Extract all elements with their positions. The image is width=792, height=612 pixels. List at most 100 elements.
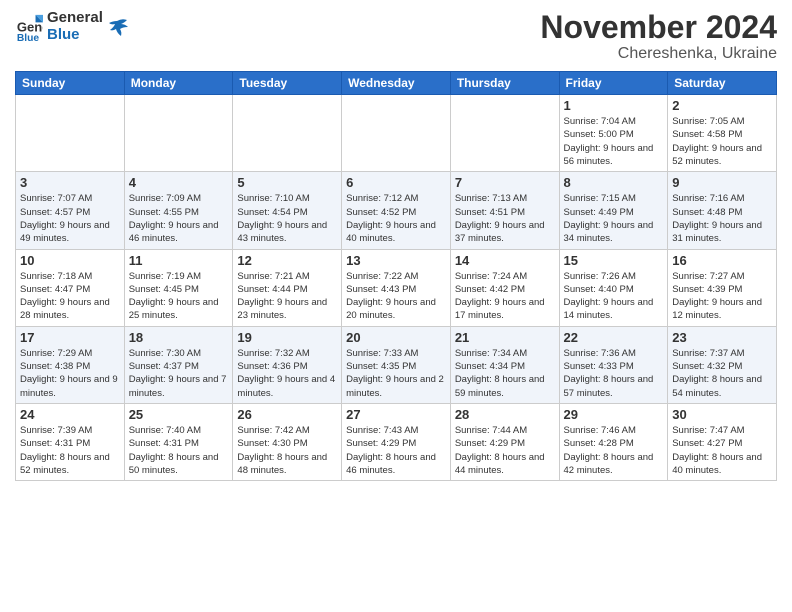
day-number: 18	[129, 330, 229, 345]
day-info: Sunrise: 7:39 AMSunset: 4:31 PMDaylight:…	[20, 424, 120, 477]
day-info: Sunrise: 7:27 AMSunset: 4:39 PMDaylight:…	[672, 270, 772, 323]
header-saturday: Saturday	[668, 72, 777, 95]
month-title: November 2024	[540, 10, 777, 45]
day-info: Sunrise: 7:34 AMSunset: 4:34 PMDaylight:…	[455, 347, 555, 400]
header-wednesday: Wednesday	[342, 72, 451, 95]
svg-text:Blue: Blue	[17, 33, 40, 41]
calendar-cell: 1Sunrise: 7:04 AMSunset: 5:00 PMDaylight…	[559, 95, 668, 172]
day-info: Sunrise: 7:09 AMSunset: 4:55 PMDaylight:…	[129, 192, 229, 245]
day-number: 29	[564, 407, 664, 422]
day-info: Sunrise: 7:43 AMSunset: 4:29 PMDaylight:…	[346, 424, 446, 477]
day-number: 8	[564, 175, 664, 190]
calendar-cell: 10Sunrise: 7:18 AMSunset: 4:47 PMDayligh…	[16, 249, 125, 326]
calendar-cell: 6 Sunrise: 7:12 AMSunset: 4:52 PMDaylight…	[342, 172, 451, 249]
calendar-cell: 30 Sunrise: 7:47 AMSunset: 4:27 PMDayligh…	[668, 403, 777, 480]
calendar-cell	[124, 95, 233, 172]
day-number: 12	[237, 253, 337, 268]
day-number: 4	[129, 175, 229, 190]
day-number: 22	[564, 330, 664, 345]
calendar-cell: 16 Sunrise: 7:27 AMSunset: 4:39 PMDayligh…	[668, 249, 777, 326]
calendar-cell: 8 Sunrise: 7:15 AMSunset: 4:49 PMDaylight…	[559, 172, 668, 249]
calendar-cell: 15 Sunrise: 7:26 AMSunset: 4:40 PMDayligh…	[559, 249, 668, 326]
calendar-cell: 9 Sunrise: 7:16 AMSunset: 4:48 PMDaylight…	[668, 172, 777, 249]
day-number: 16	[672, 253, 772, 268]
calendar-cell: 4 Sunrise: 7:09 AMSunset: 4:55 PMDaylight…	[124, 172, 233, 249]
calendar-cell: 17 Sunrise: 7:29 AMSunset: 4:38 PMDayligh…	[16, 326, 125, 403]
calendar-week-2: 3Sunrise: 7:07 AMSunset: 4:57 PMDaylight…	[16, 172, 777, 249]
day-number: 28	[455, 407, 555, 422]
day-info: Sunrise: 7:22 AMSunset: 4:43 PMDaylight:…	[346, 270, 446, 323]
day-number: 3	[20, 175, 120, 190]
day-number: 2	[672, 98, 772, 113]
title-area: November 2024 Chereshenka, Ukraine	[540, 10, 777, 63]
day-number: 9	[672, 175, 772, 190]
calendar-week-4: 17 Sunrise: 7:29 AMSunset: 4:38 PMDayligh…	[16, 326, 777, 403]
day-info: Sunrise: 7:05 AMSunset: 4:58 PMDaylight:…	[672, 115, 772, 168]
day-info: Sunrise: 7:19 AMSunset: 4:45 PMDaylight:…	[129, 270, 229, 323]
day-number: 25	[129, 407, 229, 422]
header-tuesday: Tuesday	[233, 72, 342, 95]
calendar-cell: 25Sunrise: 7:40 AMSunset: 4:31 PMDayligh…	[124, 403, 233, 480]
day-number: 17	[20, 330, 120, 345]
day-info: Sunrise: 7:33 AMSunset: 4:35 PMDaylight:…	[346, 347, 446, 400]
day-number: 14	[455, 253, 555, 268]
calendar-cell	[16, 95, 125, 172]
day-info: Sunrise: 7:21 AMSunset: 4:44 PMDaylight:…	[237, 270, 337, 323]
day-info: Sunrise: 7:32 AMSunset: 4:36 PMDaylight:…	[237, 347, 337, 400]
day-info: Sunrise: 7:37 AMSunset: 4:32 PMDaylight:…	[672, 347, 772, 400]
calendar-cell: 13 Sunrise: 7:22 AMSunset: 4:43 PMDayligh…	[342, 249, 451, 326]
day-number: 24	[20, 407, 120, 422]
day-number: 27	[346, 407, 446, 422]
day-info: Sunrise: 7:24 AMSunset: 4:42 PMDaylight:…	[455, 270, 555, 323]
day-number: 21	[455, 330, 555, 345]
calendar: Sunday Monday Tuesday Wednesday Thursday…	[15, 71, 777, 481]
header-monday: Monday	[124, 72, 233, 95]
day-info: Sunrise: 7:16 AMSunset: 4:48 PMDaylight:…	[672, 192, 772, 245]
day-info: Sunrise: 7:30 AMSunset: 4:37 PMDaylight:…	[129, 347, 229, 400]
calendar-cell: 3Sunrise: 7:07 AMSunset: 4:57 PMDaylight…	[16, 172, 125, 249]
day-info: Sunrise: 7:46 AMSunset: 4:28 PMDaylight:…	[564, 424, 664, 477]
calendar-cell	[233, 95, 342, 172]
calendar-cell: 19Sunrise: 7:32 AMSunset: 4:36 PMDayligh…	[233, 326, 342, 403]
day-number: 13	[346, 253, 446, 268]
calendar-cell: 24 Sunrise: 7:39 AMSunset: 4:31 PMDayligh…	[16, 403, 125, 480]
day-info: Sunrise: 7:13 AMSunset: 4:51 PMDaylight:…	[455, 192, 555, 245]
calendar-cell: 18 Sunrise: 7:30 AMSunset: 4:37 PMDayligh…	[124, 326, 233, 403]
logo-general-text: General	[47, 10, 103, 27]
calendar-cell: 26Sunrise: 7:42 AMSunset: 4:30 PMDayligh…	[233, 403, 342, 480]
day-number: 5	[237, 175, 337, 190]
day-number: 11	[129, 253, 229, 268]
calendar-cell: 23Sunrise: 7:37 AMSunset: 4:32 PMDayligh…	[668, 326, 777, 403]
logo-blue-text: Blue	[47, 27, 103, 44]
day-info: Sunrise: 7:47 AMSunset: 4:27 PMDaylight:…	[672, 424, 772, 477]
calendar-cell: 12 Sunrise: 7:21 AMSunset: 4:44 PMDayligh…	[233, 249, 342, 326]
location: Chereshenka, Ukraine	[540, 45, 777, 63]
calendar-cell: 14 Sunrise: 7:24 AMSunset: 4:42 PMDayligh…	[450, 249, 559, 326]
calendar-cell: 22Sunrise: 7:36 AMSunset: 4:33 PMDayligh…	[559, 326, 668, 403]
header-friday: Friday	[559, 72, 668, 95]
day-number: 26	[237, 407, 337, 422]
day-number: 1	[564, 98, 664, 113]
calendar-cell: 29 Sunrise: 7:46 AMSunset: 4:28 PMDayligh…	[559, 403, 668, 480]
calendar-cell: 5 Sunrise: 7:10 AMSunset: 4:54 PMDaylight…	[233, 172, 342, 249]
day-info: Sunrise: 7:15 AMSunset: 4:49 PMDaylight:…	[564, 192, 664, 245]
day-info: Sunrise: 7:12 AMSunset: 4:52 PMDaylight:…	[346, 192, 446, 245]
calendar-week-1: 1Sunrise: 7:04 AMSunset: 5:00 PMDaylight…	[16, 95, 777, 172]
day-number: 30	[672, 407, 772, 422]
day-number: 6	[346, 175, 446, 190]
logo-bird-icon	[107, 16, 129, 38]
calendar-cell: 28 Sunrise: 7:44 AMSunset: 4:29 PMDayligh…	[450, 403, 559, 480]
calendar-week-5: 24 Sunrise: 7:39 AMSunset: 4:31 PMDayligh…	[16, 403, 777, 480]
calendar-cell	[450, 95, 559, 172]
calendar-cell: 7Sunrise: 7:13 AMSunset: 4:51 PMDaylight…	[450, 172, 559, 249]
calendar-cell: 27 Sunrise: 7:43 AMSunset: 4:29 PMDayligh…	[342, 403, 451, 480]
day-info: Sunrise: 7:10 AMSunset: 4:54 PMDaylight:…	[237, 192, 337, 245]
header-thursday: Thursday	[450, 72, 559, 95]
day-number: 15	[564, 253, 664, 268]
calendar-cell: 11 Sunrise: 7:19 AMSunset: 4:45 PMDayligh…	[124, 249, 233, 326]
day-info: Sunrise: 7:18 AMSunset: 4:47 PMDaylight:…	[20, 270, 120, 323]
day-info: Sunrise: 7:26 AMSunset: 4:40 PMDaylight:…	[564, 270, 664, 323]
day-info: Sunrise: 7:44 AMSunset: 4:29 PMDaylight:…	[455, 424, 555, 477]
calendar-cell	[342, 95, 451, 172]
day-info: Sunrise: 7:29 AMSunset: 4:38 PMDaylight:…	[20, 347, 120, 400]
